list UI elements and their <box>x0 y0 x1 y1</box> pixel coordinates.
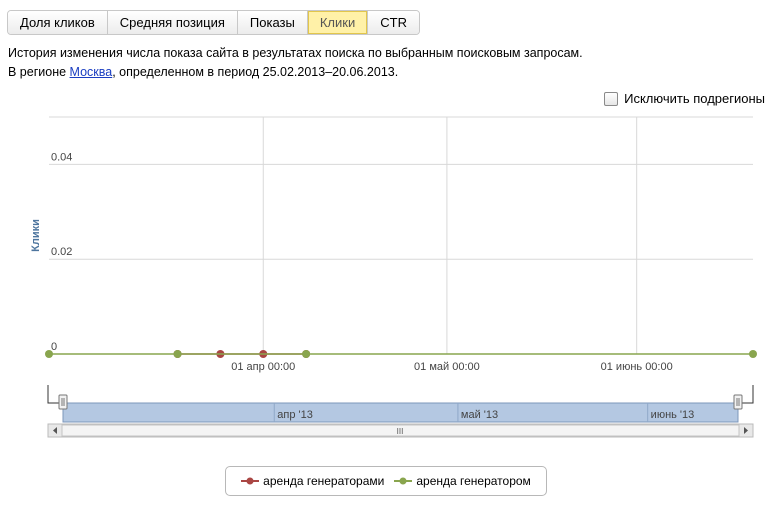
scrollbar-grip: III <box>397 427 404 436</box>
legend-marker-series-2 <box>394 477 413 485</box>
navigator-tick-label: апр '13 <box>277 409 313 421</box>
clicks-chart: 01 апр 00:00 01 май 00:00 01 июнь 00:00 0 0.… <box>30 116 757 438</box>
y-tick-label: 0 <box>51 341 57 353</box>
navigator-tick-label: май '13 <box>461 409 498 421</box>
x-tick-label: 01 апр 00:00 <box>231 361 295 373</box>
legend-marker-series-1 <box>241 477 260 485</box>
series-2-point[interactable] <box>749 350 757 358</box>
x-tick-label: 01 май 00:00 <box>414 361 480 373</box>
y-tick-label: 0.04 <box>51 151 72 163</box>
series-2-point[interactable] <box>173 350 182 358</box>
navigator-right-handle[interactable] <box>733 394 743 410</box>
y-axis-title: Клики <box>30 219 42 252</box>
legend-label-series-2: аренда генератором <box>416 474 531 488</box>
navigator-left-handle[interactable] <box>58 394 68 410</box>
series-2-point[interactable] <box>302 350 311 358</box>
y-tick-label: 0.02 <box>51 246 72 258</box>
x-tick-label: 01 июнь 00:00 <box>601 361 673 373</box>
series-2-point[interactable] <box>45 350 53 358</box>
legend-item-series-1[interactable]: аренда генераторами <box>241 474 384 488</box>
navigator-outline <box>47 385 754 404</box>
navigator-tick-label: июнь '13 <box>651 409 695 421</box>
chart-legend: аренда генераторами аренда генератором <box>225 466 547 496</box>
legend-label-series-1: аренда генераторами <box>263 474 385 488</box>
legend-item-series-2[interactable]: аренда генератором <box>394 474 531 488</box>
navigator-selected-range[interactable] <box>62 402 739 423</box>
